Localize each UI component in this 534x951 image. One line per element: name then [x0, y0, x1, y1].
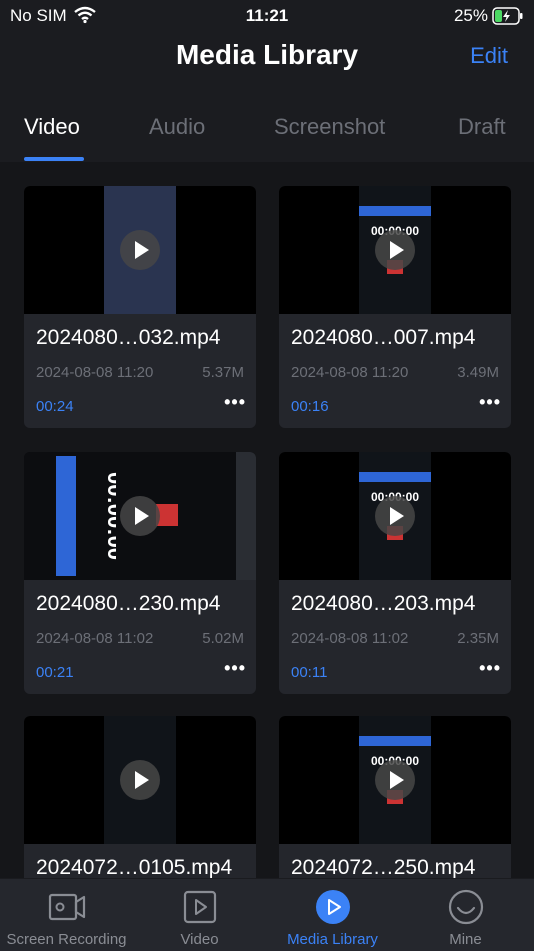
video-thumbnail[interactable]: 00:00:00 — [279, 452, 511, 580]
video-grid: 2024080…032.mp4 2024-08-08 11:20 5.37M 0… — [0, 162, 534, 878]
video-card[interactable]: 00:00:00 2024080…007.mp4 2024-08-08 11:2… — [279, 186, 511, 428]
file-name: 2024080…007.mp4 — [291, 326, 476, 349]
nav-label: Video — [180, 931, 219, 948]
active-tab-indicator — [24, 157, 84, 161]
video-thumbnail[interactable]: 00:00:00 — [279, 186, 511, 314]
header: Media Library Edit — [0, 32, 534, 82]
file-date: 2024-08-08 11:02 — [36, 630, 154, 647]
nav-media-library[interactable]: Media Library — [266, 879, 399, 951]
nav-screen-recording[interactable]: Screen Recording — [0, 879, 133, 951]
edit-button[interactable]: Edit — [470, 43, 508, 69]
play-icon[interactable] — [120, 230, 160, 270]
nav-label: Mine — [449, 931, 482, 948]
play-icon[interactable] — [375, 496, 415, 536]
tab-draft[interactable]: Draft — [458, 114, 506, 140]
file-name: 2024072…250.mp4 — [291, 856, 476, 878]
tab-bar: Video Audio Screenshot Draft — [0, 100, 534, 163]
file-name: 2024080…230.mp4 — [36, 592, 221, 615]
play-icon[interactable] — [120, 760, 160, 800]
battery-percent: 25% — [453, 6, 488, 25]
person-icon — [399, 889, 532, 925]
camera-icon — [0, 889, 133, 925]
file-size: 5.37M — [202, 364, 244, 381]
file-duration: 00:11 — [291, 664, 328, 681]
nav-mine[interactable]: Mine — [399, 879, 532, 951]
video-thumbnail[interactable]: 00:00:00 — [279, 716, 511, 844]
file-size: 2.35M — [457, 630, 499, 647]
battery-icon — [492, 7, 524, 30]
video-card[interactable]: 2024072…0105.mp4 — [24, 716, 256, 878]
video-thumbnail[interactable]: 00:00:00 — [24, 452, 256, 580]
tab-audio[interactable]: Audio — [149, 114, 205, 140]
file-size: 5.02M — [202, 630, 244, 647]
more-options-icon[interactable]: ••• — [224, 658, 246, 679]
video-thumbnail[interactable] — [24, 716, 256, 844]
bottom-nav: Screen Recording Video Media Library Min… — [0, 878, 534, 951]
play-square-icon — [133, 889, 266, 925]
file-date: 2024-08-08 11:20 — [291, 364, 409, 381]
play-circle-icon — [266, 889, 399, 925]
nav-video[interactable]: Video — [133, 879, 266, 951]
file-date: 2024-08-08 11:02 — [291, 630, 409, 647]
file-size: 3.49M — [457, 364, 499, 381]
thumbnail-timer: 00:00:00 — [103, 472, 116, 560]
file-duration: 00:21 — [36, 664, 74, 681]
file-name: 2024072…0105.mp4 — [36, 856, 233, 878]
video-card[interactable]: 2024080…032.mp4 2024-08-08 11:20 5.37M 0… — [24, 186, 256, 428]
video-card[interactable]: 00:00:00 2024080…203.mp4 2024-08-08 11:0… — [279, 452, 511, 694]
more-options-icon[interactable]: ••• — [224, 392, 246, 413]
video-thumbnail[interactable] — [24, 186, 256, 314]
file-date: 2024-08-08 11:20 — [36, 364, 154, 381]
video-card[interactable]: 00:00:00 2024080…230.mp4 2024-08-08 11:0… — [24, 452, 256, 694]
page-title: Media Library — [175, 39, 359, 70]
play-icon[interactable] — [375, 230, 415, 270]
video-card[interactable]: 00:00:00 2024072…250.mp4 — [279, 716, 511, 878]
file-name: 2024080…032.mp4 — [36, 326, 221, 349]
more-options-icon[interactable]: ••• — [479, 658, 501, 679]
file-name: 2024080…203.mp4 — [291, 592, 476, 615]
play-icon[interactable] — [375, 760, 415, 800]
tab-screenshot[interactable]: Screenshot — [274, 114, 385, 140]
more-options-icon[interactable]: ••• — [479, 392, 501, 413]
status-bar: No SIM 11:21 25% — [0, 0, 534, 32]
tab-video[interactable]: Video — [24, 114, 80, 140]
file-duration: 00:24 — [36, 398, 74, 415]
nav-label: Media Library — [287, 931, 378, 948]
file-duration: 00:16 — [291, 398, 329, 415]
play-icon[interactable] — [120, 496, 160, 536]
nav-label: Screen Recording — [6, 931, 127, 948]
